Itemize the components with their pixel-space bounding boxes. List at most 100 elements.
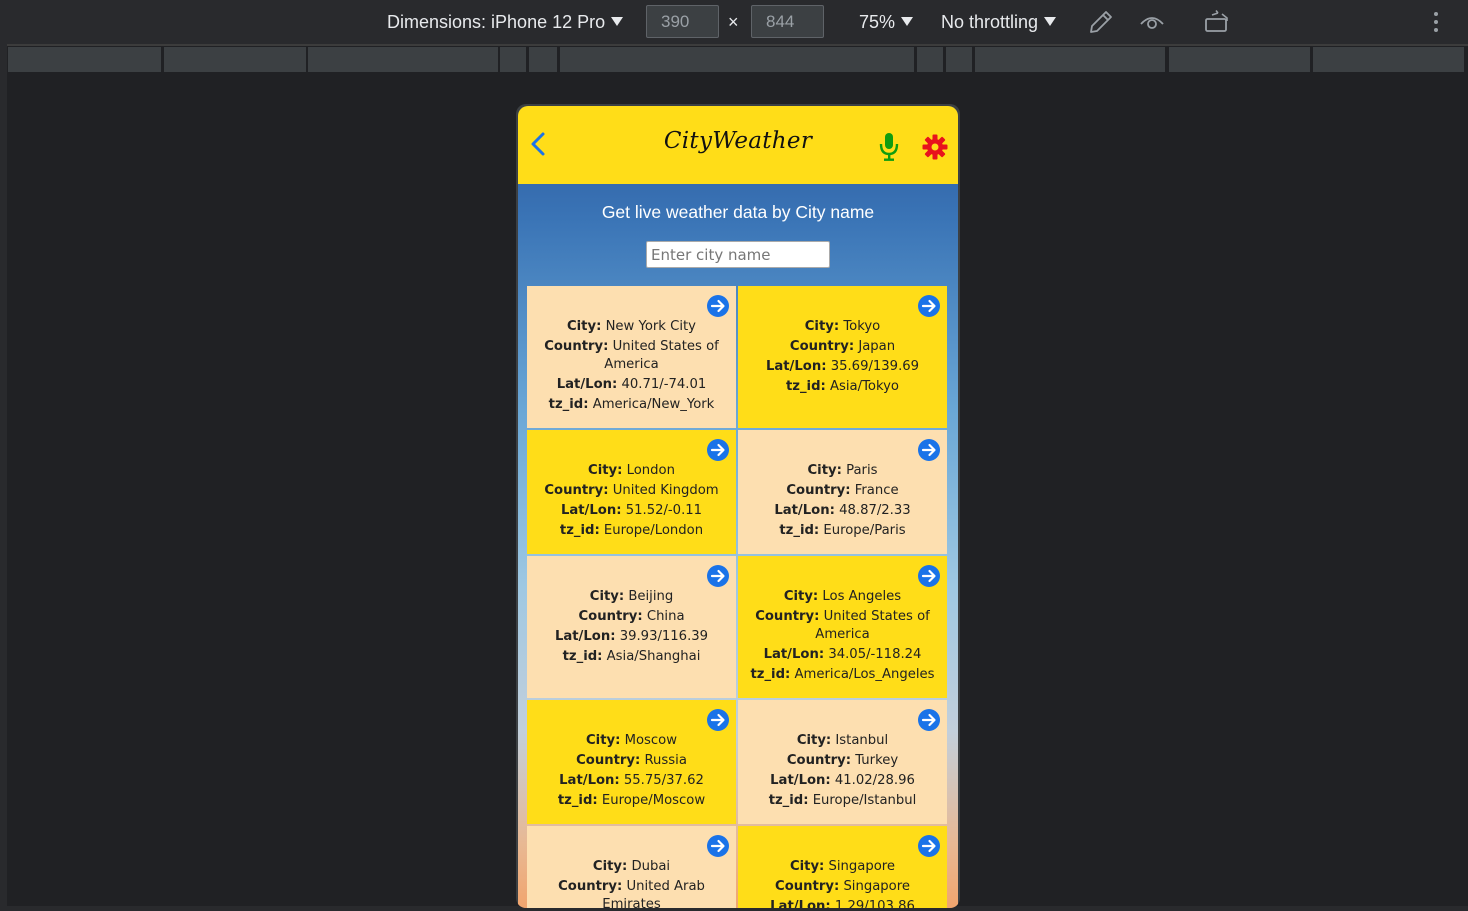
device-dimensions-dropdown[interactable]: Dimensions: iPhone 12 Pro xyxy=(387,0,624,44)
tz-row: tz_id: America/New_York xyxy=(539,396,724,414)
media-query-segment[interactable] xyxy=(1313,47,1464,72)
microphone-icon[interactable] xyxy=(878,132,900,162)
city-row: City: Moscow xyxy=(539,732,724,750)
media-query-segment[interactable] xyxy=(975,47,1165,72)
country-value: Turkey xyxy=(855,753,899,768)
tz-label: tz_id: xyxy=(557,793,598,808)
arrow-right-circle-icon[interactable] xyxy=(917,294,941,318)
eyedropper-icon[interactable] xyxy=(1087,8,1115,36)
city-label: City: xyxy=(589,589,625,604)
city-value: London xyxy=(626,463,675,478)
country-row: Country: Russia xyxy=(539,752,724,770)
country-label: Country: xyxy=(544,483,609,498)
more-options-icon[interactable] xyxy=(1422,8,1450,36)
page-subtitle: Get live weather data by City name xyxy=(601,202,875,222)
latlon-label: Lat/Lon: xyxy=(559,773,620,788)
tz-value: Europe/Istanbul xyxy=(812,793,917,808)
media-query-segment[interactable] xyxy=(917,47,943,72)
city-row: City: Dubai xyxy=(539,858,724,876)
country-label: Country: xyxy=(789,339,855,354)
media-query-segment[interactable] xyxy=(946,47,972,72)
latlon-label: Lat/Lon: xyxy=(560,503,622,518)
country-row: Country: United Kingdom xyxy=(539,482,724,500)
country-label: Country: xyxy=(786,753,852,768)
eye-icon[interactable] xyxy=(1138,8,1166,36)
city-card[interactable]: City: Beijing Country: China Lat/Lon: 39.9… xyxy=(527,556,736,698)
city-search-input[interactable] xyxy=(646,241,830,268)
arrow-right-circle-icon[interactable] xyxy=(706,438,730,462)
latlon-value: 1.29/103.86 xyxy=(834,899,915,908)
throttling-dropdown[interactable]: No throttling xyxy=(941,0,1057,44)
city-label: City: xyxy=(566,319,602,334)
chevron-down-icon xyxy=(901,16,914,26)
city-value: New York City xyxy=(605,319,696,334)
city-grid: City: New York City Country: United State… xyxy=(527,286,949,908)
arrow-right-circle-icon[interactable] xyxy=(706,564,730,588)
latlon-label: Lat/Lon: xyxy=(765,359,827,374)
city-value: Beijing xyxy=(628,589,674,604)
zoom-label: 75% xyxy=(859,11,896,32)
country-row: Country: United States of America xyxy=(750,608,935,644)
city-value: Istanbul xyxy=(835,733,889,748)
city-card[interactable]: City: New York City Country: United State… xyxy=(527,286,736,428)
country-row: Country: Japan xyxy=(750,338,935,356)
arrow-right-circle-icon[interactable] xyxy=(706,294,730,318)
city-row: City: Singapore xyxy=(750,858,935,876)
rotate-device-icon[interactable] xyxy=(1203,8,1231,36)
media-query-segment[interactable] xyxy=(560,47,914,72)
media-query-segment[interactable] xyxy=(1169,47,1310,72)
device-height-input[interactable]: 844 xyxy=(751,5,824,38)
throttling-label: No throttling xyxy=(941,11,1039,32)
city-row: City: Tokyo xyxy=(750,318,935,336)
arrow-right-circle-icon[interactable] xyxy=(917,834,941,858)
tz-label: tz_id: xyxy=(779,523,820,538)
tz-row: tz_id: Europe/Paris xyxy=(750,522,935,540)
city-card[interactable]: City: Los Angeles Country: United States … xyxy=(738,556,947,698)
media-query-segment[interactable] xyxy=(500,47,526,72)
tz-label: tz_id: xyxy=(768,793,809,808)
country-label: Country: xyxy=(755,609,820,624)
app-screen: CityWeather Get live weather data by Cit… xyxy=(518,106,958,908)
gear-icon[interactable] xyxy=(922,134,948,160)
arrow-right-circle-icon[interactable] xyxy=(917,438,941,462)
tz-value: America/Los_Angeles xyxy=(794,667,935,682)
city-card[interactable]: City: Singapore Country: Singapore Lat/Lon… xyxy=(738,826,947,908)
city-card[interactable]: City: Paris Country: France Lat/Lon: 48.87… xyxy=(738,430,947,554)
latlon-value: 40.71/-74.01 xyxy=(621,377,707,392)
latlon-label: Lat/Lon: xyxy=(774,503,835,518)
latlon-value: 39.93/116.39 xyxy=(619,629,709,644)
tz-value: Europe/London xyxy=(603,523,704,538)
city-card[interactable]: City: London Country: United Kingdom Lat/L… xyxy=(527,430,736,554)
tz-row: tz_id: America/Los_Angeles xyxy=(750,666,935,684)
device-width-input[interactable]: 390 xyxy=(646,5,719,38)
city-card[interactable]: City: Dubai Country: United Arab Emirates… xyxy=(527,826,736,908)
latlon-label: Lat/Lon: xyxy=(770,773,831,788)
country-label: Country: xyxy=(544,339,609,354)
country-label: Country: xyxy=(775,879,840,894)
tz-value: Europe/Moscow xyxy=(601,793,706,808)
tz-row: tz_id: Asia/Shanghai xyxy=(539,648,724,666)
city-value: Tokyo xyxy=(843,319,881,334)
country-row: Country: Turkey xyxy=(750,752,935,770)
city-card[interactable]: City: Istanbul Country: Turkey Lat/Lon: 41… xyxy=(738,700,947,824)
country-row: Country: China xyxy=(539,608,724,626)
media-query-segment[interactable] xyxy=(308,47,498,72)
zoom-dropdown[interactable]: 75% xyxy=(859,0,914,44)
city-value: Los Angeles xyxy=(822,589,902,604)
city-card[interactable]: City: Moscow Country: Russia Lat/Lon: 55.7… xyxy=(527,700,736,824)
arrow-right-circle-icon[interactable] xyxy=(917,708,941,732)
arrow-right-circle-icon[interactable] xyxy=(917,564,941,588)
latlon-row: Lat/Lon: 48.87/2.33 xyxy=(750,502,935,520)
arrow-right-circle-icon[interactable] xyxy=(706,834,730,858)
city-card[interactable]: City: Tokyo Country: Japan Lat/Lon: 35.69/… xyxy=(738,286,947,428)
latlon-row: Lat/Lon: 39.93/116.39 xyxy=(539,628,724,646)
media-query-segment[interactable] xyxy=(529,47,557,72)
country-value: China xyxy=(646,609,685,624)
media-query-segment[interactable] xyxy=(8,47,161,72)
arrow-right-circle-icon[interactable] xyxy=(706,708,730,732)
city-label: City: xyxy=(588,463,623,478)
country-label: Country: xyxy=(578,609,643,624)
city-label: City: xyxy=(783,589,819,604)
media-query-segment[interactable] xyxy=(164,47,306,72)
latlon-row: Lat/Lon: 35.69/139.69 xyxy=(750,358,935,376)
